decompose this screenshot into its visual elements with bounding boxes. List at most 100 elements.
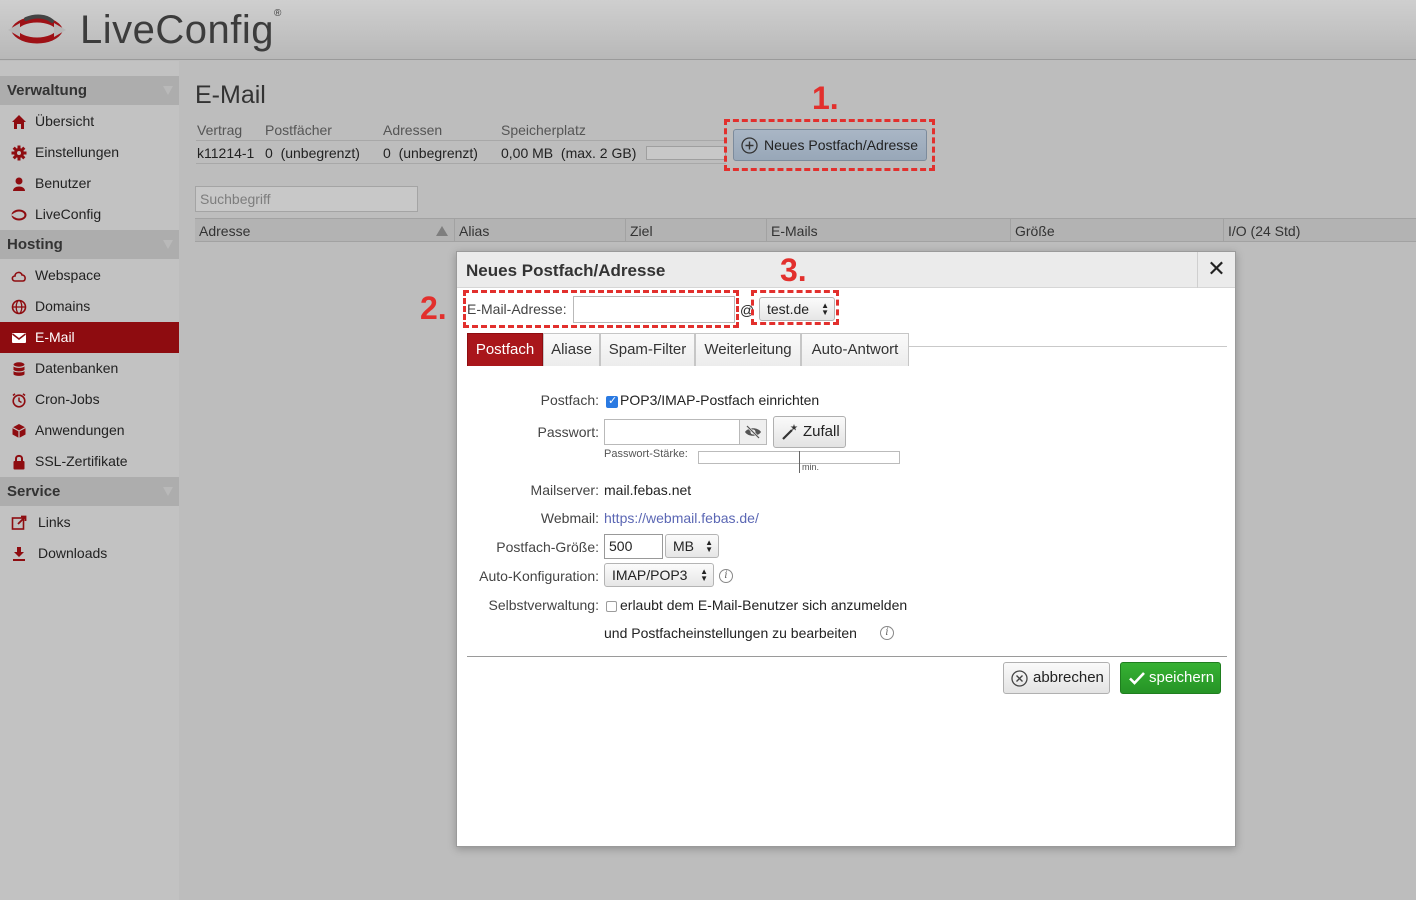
sidebar-item-benutzer[interactable]: Benutzer [0, 168, 179, 199]
column-header-emails[interactable]: E-Mails [767, 219, 1011, 241]
column-label: I/O (24 Std) [1228, 223, 1301, 239]
select-arrows-icon: ▲ ▼ [700, 567, 708, 583]
sidebar-item-cron-jobs[interactable]: Cron-Jobs [0, 384, 179, 415]
search-input[interactable]: Suchbegriff [195, 186, 418, 212]
autoconfig-value: IMAP/POP3 [612, 567, 688, 583]
divider [196, 163, 726, 164]
cloud-icon [11, 271, 26, 282]
sidebar-item-datenbanken[interactable]: Datenbanken [0, 353, 179, 384]
mailbox-checkbox-label: POP3/IMAP-Postfach einrichten [620, 392, 820, 408]
sort-ascending-icon[interactable] [436, 226, 448, 236]
home-icon [12, 115, 26, 129]
storage-progress-bar [646, 146, 726, 160]
tab-postfach[interactable]: Postfach [467, 333, 543, 366]
download-icon [13, 547, 25, 561]
info-icon[interactable]: i [880, 626, 894, 640]
tab-weiterleitung[interactable]: Weiterleitung [695, 333, 801, 366]
mailbox-size-label: Postfach-Größe: [496, 539, 599, 555]
column-label: Alias [459, 223, 490, 239]
sidebar-item-webspace[interactable]: Webspace [0, 260, 179, 291]
save-button[interactable]: speichern [1120, 662, 1221, 694]
mailbox-checkbox[interactable] [606, 394, 618, 408]
column-header-io[interactable]: I/O (24 Std) [1224, 219, 1416, 241]
close-button[interactable]: ✕ [1197, 252, 1235, 288]
sidebar-section-verwaltung[interactable]: Verwaltung [0, 76, 179, 105]
sidebar-item-label: Links [38, 514, 71, 530]
sidebar-section-hosting[interactable]: Hosting [0, 230, 179, 259]
sidebar-item-label: LiveConfig [35, 206, 102, 222]
sidebar-item-ssl-zertifikate[interactable]: SSL-Zertifikate [0, 446, 179, 477]
user-icon [13, 177, 25, 191]
selfadmin-text-line2: und Postfacheinstellungen zu bearbeiten [604, 625, 857, 641]
page-title: E-Mail [195, 81, 266, 109]
cancel-button[interactable]: abbrechen [1003, 662, 1110, 694]
magic-wand-icon [782, 424, 798, 440]
webmail-label: Webmail: [540, 510, 599, 526]
random-password-button[interactable]: Zufall [773, 416, 846, 448]
sidebar-item-label: Übersicht [35, 113, 95, 129]
dialog-titlebar: Neues Postfach/Adresse ✕ [457, 252, 1235, 288]
cancel-button-label: abbrechen [1033, 669, 1104, 686]
column-header-ziel[interactable]: Ziel [626, 219, 767, 241]
annotation-number-1: 1. [812, 80, 839, 116]
sidebar-item-label: Webspace [35, 267, 101, 283]
tab-label: Auto-Antwort [811, 341, 899, 358]
column-header-groesse[interactable]: Größe [1011, 219, 1224, 241]
mailbox-size-input[interactable]: 500 [604, 534, 663, 559]
sidebar-section-title: Service [7, 483, 61, 500]
column-label: E-Mails [771, 223, 818, 239]
password-strength-min-label: min. [802, 462, 820, 472]
collapse-triangle-icon[interactable] [163, 86, 173, 95]
sidebar-item-liveconfig[interactable]: LiveConfig [0, 199, 179, 230]
stats-mailboxes: 0 (unbegrenzt) [265, 145, 360, 161]
column-label: Größe [1015, 223, 1055, 239]
selfadmin-text-line1: erlaubt dem E-Mail-Benutzer sich anzumel… [620, 597, 908, 613]
selfadmin-checkbox[interactable] [606, 601, 617, 612]
save-button-label: speichern [1149, 669, 1215, 686]
password-input[interactable] [604, 419, 740, 445]
clock-icon [12, 393, 26, 408]
mailserver-label: Mailserver: [530, 482, 599, 498]
sidebar-item-label: Anwendungen [35, 422, 125, 438]
tab-aliase[interactable]: Aliase [543, 333, 600, 366]
sidebar-item-email[interactable]: E-Mail [0, 322, 179, 353]
cube-icon [12, 424, 26, 438]
external-link-icon [11, 515, 27, 530]
cancel-circle-icon [1011, 670, 1028, 687]
toggle-password-visibility-button[interactable] [739, 419, 767, 445]
webmail-link[interactable]: https://webmail.febas.de/ [604, 510, 759, 526]
size-unit-select[interactable]: MB ▲ ▼ [665, 534, 719, 558]
tab-spam-filter[interactable]: Spam-Filter [600, 333, 695, 366]
password-strength-min-marker [799, 451, 800, 473]
random-password-button-label: Zufall [803, 423, 840, 440]
gear-icon [11, 145, 27, 161]
autoconfig-select[interactable]: IMAP/POP3 ▲ ▼ [604, 563, 714, 587]
collapse-triangle-icon[interactable] [163, 487, 173, 496]
sidebar-item-links[interactable]: Links [0, 507, 179, 538]
sidebar-item-domains[interactable]: Domains [0, 291, 179, 322]
sidebar-item-downloads[interactable]: Downloads [0, 538, 179, 569]
sidebar-item-anwendungen[interactable]: Anwendungen [0, 415, 179, 446]
collapse-triangle-icon[interactable] [163, 240, 173, 249]
password-label: Passwort: [537, 424, 599, 440]
sidebar-item-einstellungen[interactable]: Einstellungen [0, 137, 179, 168]
liveconfig-logo-icon [11, 209, 27, 221]
info-icon[interactable]: i [719, 569, 733, 583]
new-mailbox-dialog: Neues Postfach/Adresse ✕ E-Mail-Adresse:… [456, 251, 1236, 847]
eye-slash-icon [745, 425, 761, 439]
column-header-alias[interactable]: Alias [455, 219, 626, 241]
stats-contract: k11214-1 [197, 145, 255, 161]
sidebar-item-label: Downloads [38, 545, 108, 561]
stats-header-contract: Vertrag [197, 122, 243, 138]
app-header: LiveConfig ® [0, 0, 1416, 60]
logo-text: LiveConfig [80, 7, 275, 52]
tab-auto-antwort[interactable]: Auto-Antwort [801, 333, 909, 366]
liveconfig-logo[interactable]: LiveConfig ® [6, 4, 281, 56]
dialog-title: Neues Postfach/Adresse [466, 261, 666, 280]
envelope-icon [12, 333, 26, 343]
sidebar-item-label: Domains [35, 298, 91, 314]
selfadmin-label: Selbstverwaltung: [488, 597, 599, 613]
column-header-adresse[interactable]: Adresse [195, 219, 455, 241]
sidebar-section-service[interactable]: Service [0, 477, 179, 506]
sidebar-item-uebersicht[interactable]: Übersicht [0, 106, 179, 137]
